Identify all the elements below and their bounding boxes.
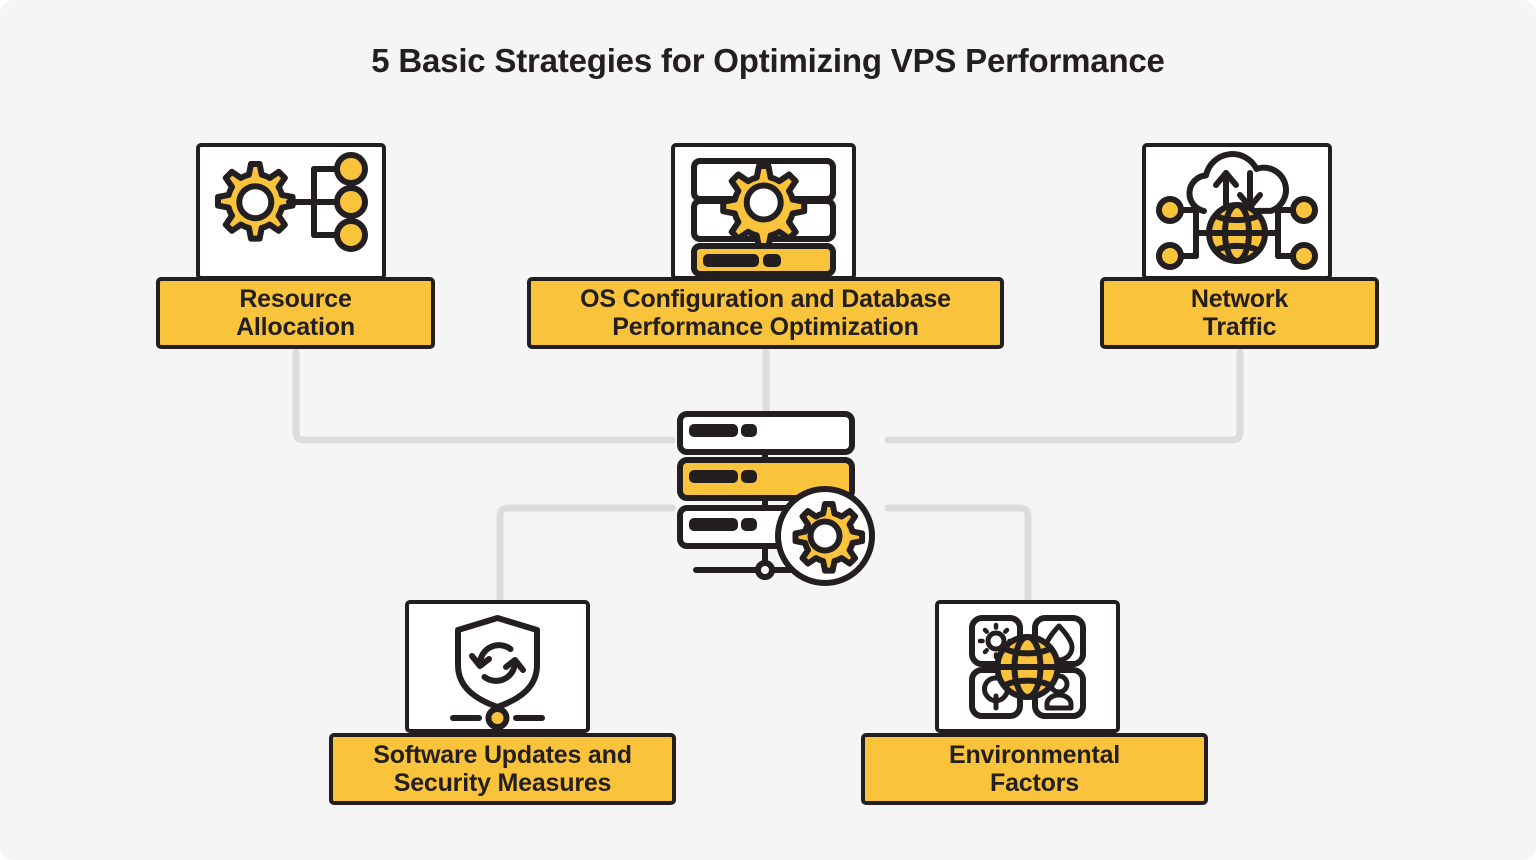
label-text: Resource Allocation: [236, 285, 355, 342]
shield-refresh-icon: [450, 615, 545, 729]
label-line-1: Software Updates and: [373, 740, 632, 769]
label-line-1: Network: [1190, 284, 1289, 313]
infographic-canvas: 5 Basic Strategies for Optimizing VPS Pe…: [0, 0, 1536, 860]
label-line-2: Allocation: [236, 313, 355, 341]
label-line-2: Security Measures: [393, 769, 612, 797]
software-updates-icon-panel: [405, 600, 590, 733]
label-line-2: Factors: [990, 769, 1079, 797]
resource-allocation-label[interactable]: Resource Allocation: [156, 277, 435, 349]
network-traffic-icon-panel: [1142, 143, 1332, 280]
label-line-1: Resource: [239, 284, 352, 313]
label-line-1: OS Configuration and Database: [580, 284, 951, 313]
environmental-factors-icon-panel: [935, 600, 1120, 733]
label-text: Software Updates and Security Measures: [373, 741, 632, 798]
environmental-factors-label[interactable]: Environmental Factors: [861, 733, 1208, 805]
os-configuration-icon-panel: [671, 143, 856, 280]
label-line-1: Environmental: [948, 740, 1121, 769]
connector-software: [496, 504, 676, 604]
connector-resource: [292, 348, 676, 444]
cloud-globe-network-icon: [1156, 151, 1318, 270]
software-updates-label[interactable]: Software Updates and Security Measures: [329, 733, 676, 805]
resource-allocation-icon-panel: [196, 143, 386, 280]
gear-distribution-tree-icon: [215, 152, 368, 252]
label-text: Network Traffic: [1191, 285, 1288, 342]
connector-network: [884, 348, 1244, 444]
os-configuration-label[interactable]: OS Configuration and Database Performanc…: [527, 277, 1004, 349]
network-traffic-label[interactable]: Network Traffic: [1100, 277, 1379, 349]
globe-environment-tiles-icon: [969, 615, 1086, 719]
label-line-2: Performance Optimization: [612, 313, 919, 341]
connector-environment: [884, 504, 1032, 604]
label-text: OS Configuration and Database Performanc…: [580, 285, 951, 342]
vps-server-hub: [660, 400, 900, 590]
label-line-2: Traffic: [1202, 313, 1277, 341]
server-gear-config-icon: [691, 158, 836, 276]
server-rack-gear-icon: [677, 411, 875, 586]
label-text: Environmental Factors: [949, 741, 1120, 798]
